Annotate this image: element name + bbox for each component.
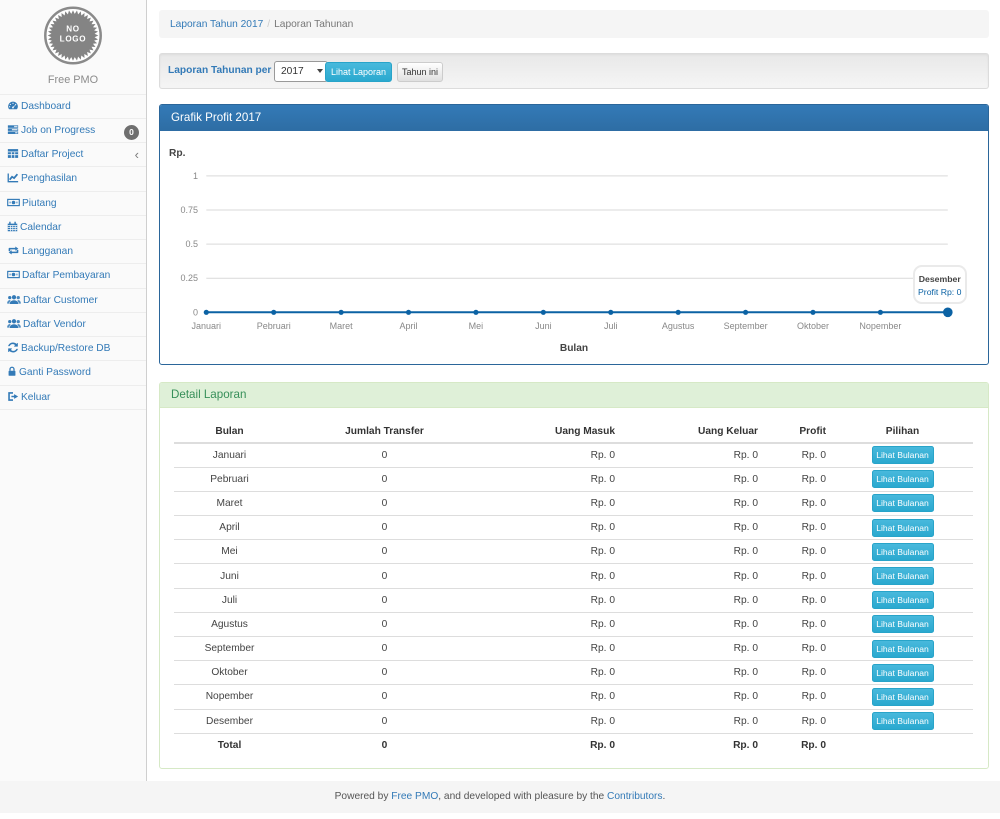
svg-text:Maret: Maret — [330, 321, 354, 331]
svg-text:LOGO: LOGO — [60, 35, 87, 44]
svg-text:Oktober: Oktober — [797, 321, 829, 331]
svg-text:Januari: Januari — [192, 321, 222, 331]
svg-text:0.5: 0.5 — [185, 239, 198, 249]
svg-text:Juli: Juli — [604, 321, 618, 331]
svg-text:Pebruari: Pebruari — [257, 321, 291, 331]
svg-text:0.25: 0.25 — [180, 273, 198, 283]
svg-text:September: September — [724, 321, 768, 331]
svg-text:0.75: 0.75 — [180, 205, 198, 215]
svg-text:NO: NO — [66, 25, 80, 34]
svg-text:1: 1 — [193, 171, 198, 181]
svg-text:Agustus: Agustus — [662, 321, 695, 331]
svg-text:Nopember: Nopember — [859, 321, 901, 331]
svg-text:April: April — [400, 321, 418, 331]
svg-text:0: 0 — [193, 307, 198, 317]
svg-text:Mei: Mei — [469, 321, 484, 331]
svg-text:Juni: Juni — [535, 321, 552, 331]
